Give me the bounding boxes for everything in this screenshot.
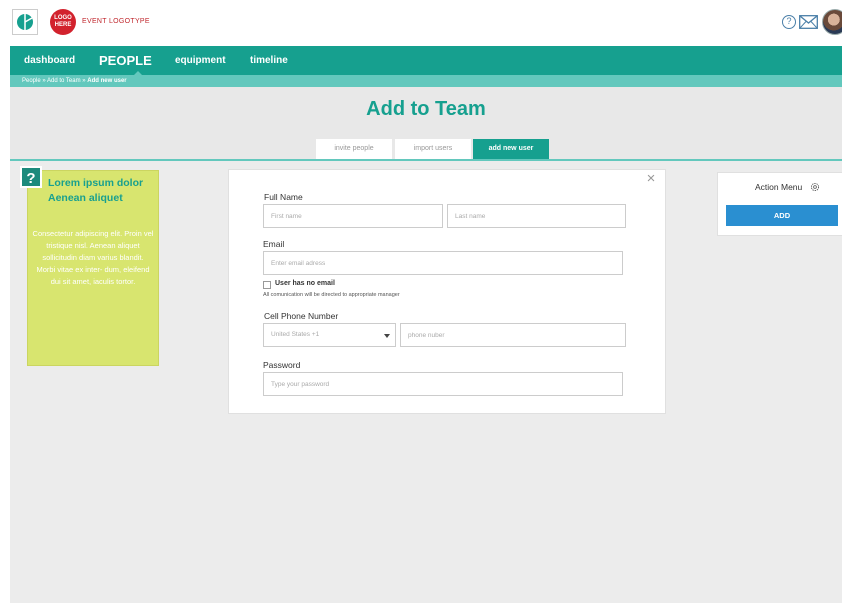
app-logo-icon[interactable] bbox=[12, 9, 38, 35]
email-label: Email bbox=[263, 239, 285, 249]
password-label: Password bbox=[263, 360, 301, 370]
breadcrumb: People » Add to Team » Add new user bbox=[10, 75, 842, 87]
help-note-body: Consectetur adipiscing elit. Proin vel t… bbox=[32, 229, 154, 286]
password-input[interactable] bbox=[263, 372, 623, 396]
no-email-checkbox[interactable] bbox=[263, 281, 271, 289]
add-button[interactable]: ADD bbox=[726, 205, 838, 226]
nav-item-equipment[interactable]: equipment bbox=[175, 46, 226, 75]
no-email-note: All comunication will be directed to app… bbox=[263, 292, 400, 298]
mail-icon[interactable] bbox=[799, 15, 818, 29]
cell-phone-label: Cell Phone Number bbox=[264, 311, 339, 321]
full-name-label: Full Name bbox=[264, 192, 303, 202]
country-code-value: United States +1 bbox=[271, 331, 320, 338]
tab-import-users[interactable]: import users bbox=[395, 139, 471, 159]
user-avatar[interactable] bbox=[822, 9, 842, 35]
close-icon[interactable]: × bbox=[644, 171, 658, 187]
breadcrumb-people[interactable]: People bbox=[22, 78, 41, 84]
main-nav: dashboard PEOPLE equipment timeline bbox=[10, 46, 842, 75]
gear-icon[interactable] bbox=[810, 182, 820, 192]
page-title: Add to Team bbox=[366, 98, 486, 120]
tab-add-new-user[interactable]: add new user bbox=[473, 139, 549, 159]
phone-number-input[interactable] bbox=[400, 323, 626, 347]
no-email-label: User has no email bbox=[275, 280, 335, 287]
question-icon: ? bbox=[20, 166, 42, 188]
email-input[interactable] bbox=[263, 251, 623, 275]
chevron-down-icon bbox=[384, 334, 390, 338]
first-name-input[interactable] bbox=[263, 204, 443, 228]
help-icon[interactable]: ? bbox=[782, 15, 796, 29]
nav-item-people[interactable]: PEOPLE bbox=[99, 46, 152, 75]
nav-item-timeline[interactable]: timeline bbox=[250, 46, 288, 75]
tab-invite-people[interactable]: invite people bbox=[316, 139, 392, 159]
help-note-title: Lorem ipsum dolor Aenean aliquet bbox=[48, 177, 144, 204]
nav-item-dashboard[interactable]: dashboard bbox=[24, 46, 75, 75]
breadcrumb-add-to-team[interactable]: Add to Team bbox=[47, 78, 81, 84]
event-logotype-text: EVENT LOGOTYPE bbox=[82, 18, 150, 25]
title-band: Add to Team invite people import users a… bbox=[10, 87, 842, 159]
last-name-input[interactable] bbox=[447, 204, 626, 228]
top-header: LOGO HERE EVENT LOGOTYPE ? bbox=[0, 0, 842, 44]
action-menu-title: Action Menu bbox=[755, 182, 803, 192]
country-code-select[interactable]: United States +1 bbox=[263, 323, 396, 347]
breadcrumb-current: Add new user bbox=[87, 78, 127, 84]
event-logo: LOGO HERE bbox=[50, 9, 76, 35]
